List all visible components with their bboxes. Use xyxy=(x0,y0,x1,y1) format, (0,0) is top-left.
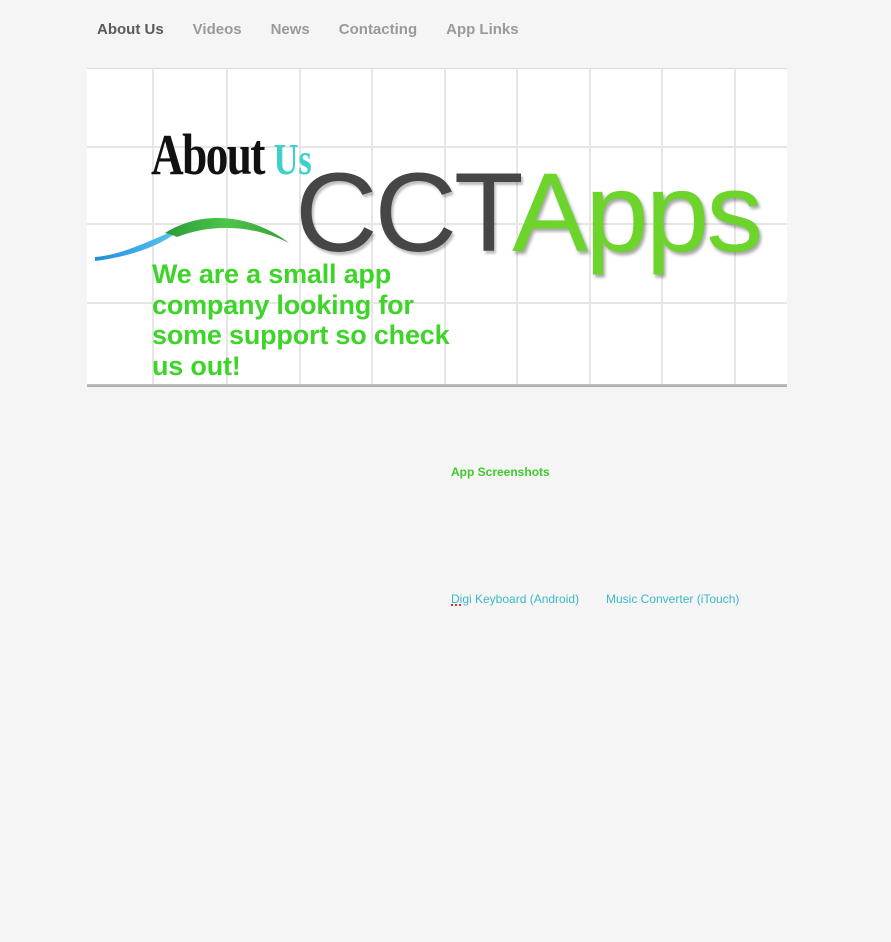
nav-videos[interactable]: Videos xyxy=(193,20,242,40)
nav-contacting[interactable]: Contacting xyxy=(339,20,417,40)
link-digi-rest: Keyboard (Android) xyxy=(471,592,580,606)
link-music-converter[interactable]: Music Converter (iTouch) xyxy=(606,592,739,606)
logo-apps-text: Apps xyxy=(512,150,763,275)
banner-divider xyxy=(87,384,787,387)
tagline: We are a small app company looking for s… xyxy=(152,259,450,381)
nav-news[interactable]: News xyxy=(271,20,310,40)
link-digi-prefix: Digi xyxy=(451,592,472,606)
nav-about-us[interactable]: About Us xyxy=(97,20,164,40)
cctapps-logo: CCTApps xyxy=(295,150,763,275)
about-us-heading: About Us xyxy=(151,123,312,192)
about-word: About xyxy=(151,122,265,187)
link-digi-keyboard[interactable]: Digi Keyboard (Android) xyxy=(451,592,579,606)
app-screenshots-heading: App Screenshots xyxy=(451,465,550,479)
header-banner: About Us CCTApps We are a small app comp… xyxy=(87,68,787,387)
nav-app-links[interactable]: App Links xyxy=(446,20,519,40)
logo-cct-text: CCT xyxy=(295,150,515,275)
main-nav: About Us Videos News Contacting App Link… xyxy=(97,20,519,40)
